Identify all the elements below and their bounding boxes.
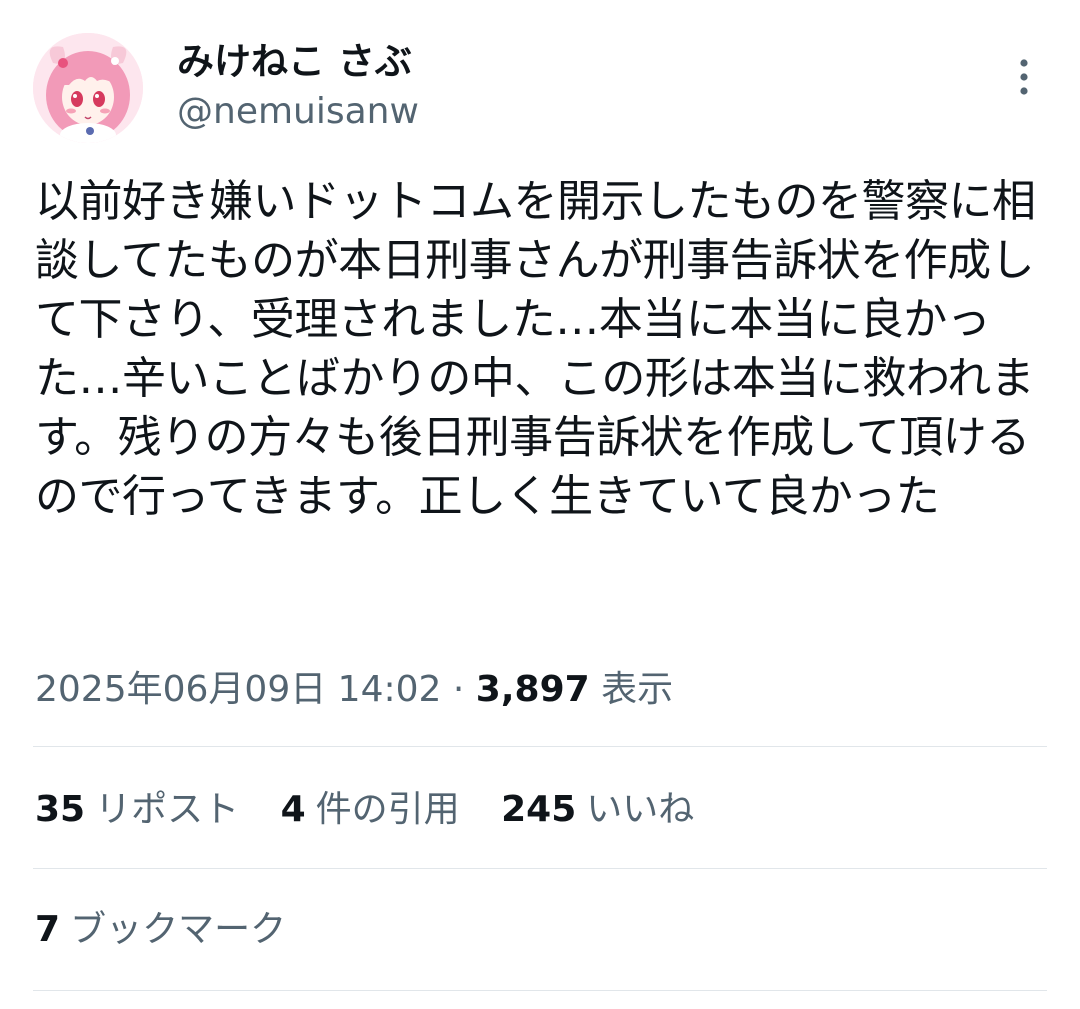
divider (33, 868, 1047, 869)
bookmark-stat[interactable]: 7 ブックマーク (35, 905, 286, 955)
meta-separator: · (452, 669, 465, 710)
bookmark-label: ブックマーク (70, 909, 287, 950)
like-count: 245 (501, 789, 577, 830)
quote-count: 4 (280, 789, 306, 830)
views-label: 表示 (601, 669, 674, 710)
like-stat[interactable]: 245 いいね (501, 785, 694, 835)
display-name[interactable]: みけねこ さぶ (177, 40, 412, 84)
like-label: いいね (586, 789, 695, 830)
tweet-text: 以前好き嫌いドットコムを開示したものを警察に相談してたものが本日刑事さんが刑事告… (35, 176, 1036, 522)
avatar[interactable] (33, 33, 143, 143)
divider (33, 990, 1047, 991)
quote-label: 件の引用 (315, 789, 460, 830)
repost-count: 35 (35, 789, 86, 830)
divider (33, 746, 1047, 747)
bookmark-stats: 7 ブックマーク (35, 905, 316, 955)
repost-stat[interactable]: 35 リポスト (35, 785, 239, 835)
repost-label: リポスト (95, 789, 240, 830)
more-vertical-icon (1020, 59, 1028, 95)
anime-girl-avatar-icon (33, 33, 143, 143)
tweet-timestamp[interactable]: 2025年06月09日 14:02 (35, 669, 441, 710)
user-handle[interactable]: @nemuisanw (177, 91, 419, 133)
engagement-stats: 35 リポスト 4 件の引用 245 いいね (35, 785, 724, 835)
tweet-meta: 2025年06月09日 14:02 · 3,897 表示 (35, 665, 673, 715)
bookmark-count: 7 (35, 909, 61, 950)
views-count: 3,897 (475, 669, 590, 710)
quote-stat[interactable]: 4 件の引用 (281, 785, 460, 835)
more-options-button[interactable] (1006, 56, 1042, 98)
